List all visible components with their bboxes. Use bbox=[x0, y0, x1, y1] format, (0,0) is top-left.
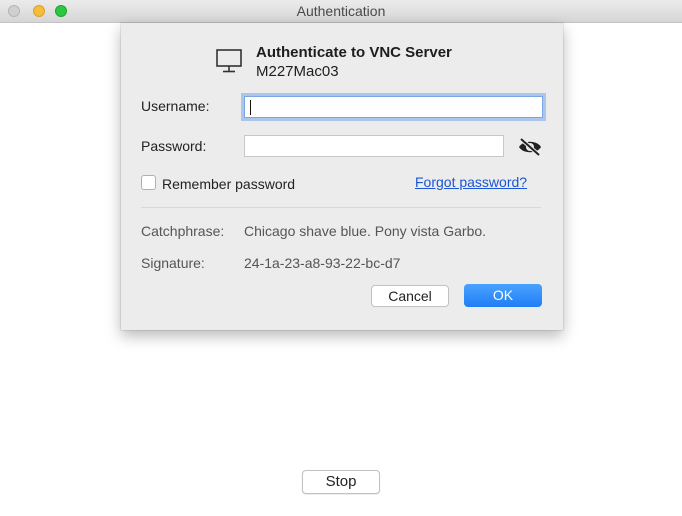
text-caret bbox=[250, 100, 251, 115]
monitor-icon bbox=[216, 49, 242, 73]
forgot-password-link[interactable]: Forgot password? bbox=[415, 174, 527, 190]
catchphrase-label: Catchphrase: bbox=[141, 223, 225, 239]
signature-label: Signature: bbox=[141, 255, 205, 271]
ok-button[interactable]: OK bbox=[464, 284, 542, 307]
remember-password-checkbox[interactable] bbox=[141, 175, 156, 190]
signature-value: 24-1a-23-a8-93-22-bc-d7 bbox=[244, 255, 401, 271]
catchphrase-value: Chicago shave blue. Pony vista Garbo. bbox=[244, 223, 487, 239]
password-label: Password: bbox=[141, 138, 207, 154]
divider bbox=[141, 207, 541, 208]
window-titlebar: Authentication bbox=[0, 0, 682, 23]
eye-slash-icon[interactable] bbox=[516, 136, 544, 158]
stop-button[interactable]: Stop bbox=[302, 470, 380, 494]
password-input[interactable] bbox=[244, 135, 504, 157]
server-host: M227Mac03 bbox=[256, 63, 339, 80]
dialog-title: Authenticate to VNC Server bbox=[256, 44, 452, 61]
username-label: Username: bbox=[141, 98, 210, 114]
window-title: Authentication bbox=[296, 3, 386, 19]
remember-password-label[interactable]: Remember password bbox=[162, 176, 295, 192]
cancel-button[interactable]: Cancel bbox=[371, 285, 449, 307]
authentication-dialog: Authenticate to VNC Server M227Mac03 Use… bbox=[121, 23, 563, 330]
username-input[interactable] bbox=[244, 96, 543, 118]
